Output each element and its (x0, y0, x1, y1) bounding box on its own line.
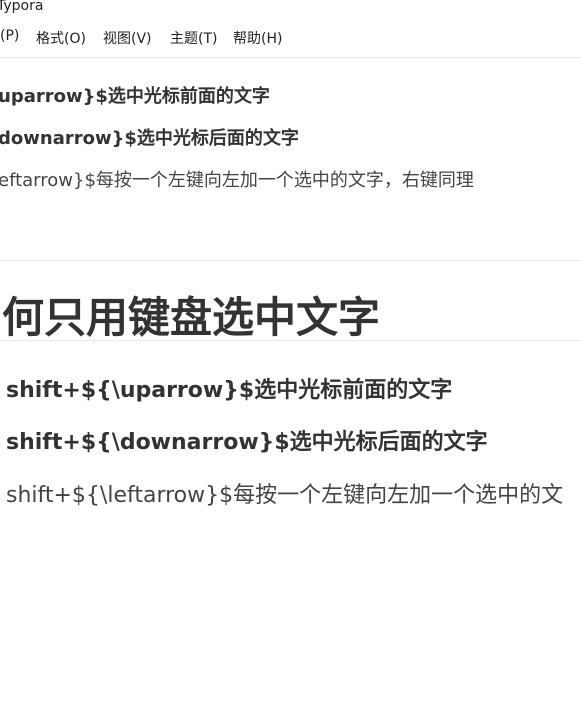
window-title: Typora (0, 0, 44, 14)
menu-item-view[interactable]: 视图(V) (103, 28, 152, 48)
section-heading[interactable]: 何只用键盘选中文字 (2, 284, 380, 345)
section-divider (0, 260, 581, 261)
menubar-divider (0, 57, 581, 58)
menu-bar: (P) 格式(O) 视图(V) 主题(T) 帮助(H) (0, 28, 581, 50)
content-line-2[interactable]: shift+${\downarrow}$选中光标后面的文字 (6, 424, 488, 456)
content-line-1[interactable]: shift+${\uparrow}$选中光标前面的文字 (6, 372, 452, 404)
preview-line-1: uparrow}$选中光标前面的文字 (0, 86, 270, 107)
menu-item-file[interactable]: (P) (0, 28, 19, 44)
menu-item-themes[interactable]: 主题(T) (170, 28, 217, 48)
preview-line-3: eftarrow}$每按一个左键向左加一个选中的文字，右键同理 (0, 170, 474, 191)
menu-item-help[interactable]: 帮助(H) (233, 28, 282, 48)
menu-item-format[interactable]: 格式(O) (36, 28, 86, 48)
content-line-3[interactable]: shift+${\leftarrow}$每按一个左键向左加一个选中的文 (6, 477, 563, 509)
heading-underline (0, 340, 581, 341)
preview-line-2: downarrow}$选中光标后面的文字 (0, 128, 299, 149)
